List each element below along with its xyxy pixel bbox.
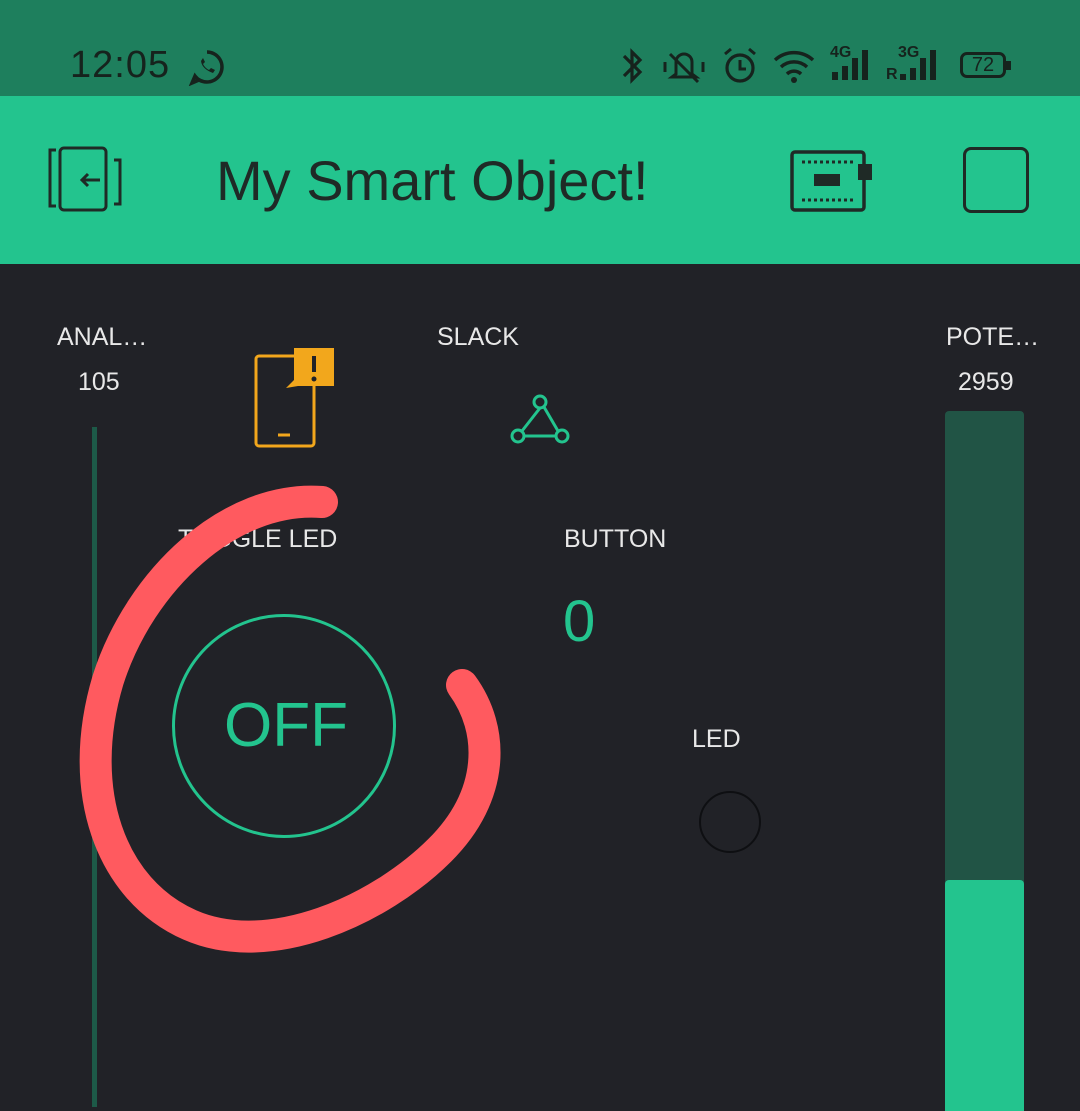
potentiometer-label: POTE… bbox=[946, 323, 1040, 351]
button-value: 0 bbox=[563, 589, 596, 654]
whatsapp-icon bbox=[188, 50, 224, 86]
signal-3g-icon: 3G R bbox=[886, 44, 946, 88]
wifi-icon bbox=[773, 50, 815, 83]
button-label: BUTTON bbox=[564, 525, 667, 553]
exit-icon[interactable] bbox=[48, 146, 122, 214]
bluetooth-icon bbox=[622, 48, 643, 84]
toggle-led-state: OFF bbox=[224, 691, 348, 760]
potentiometer-value: 2959 bbox=[958, 368, 1014, 396]
alarm-icon bbox=[724, 47, 756, 83]
led-label: LED bbox=[692, 725, 741, 753]
page-title: My Smart Object! bbox=[216, 149, 649, 212]
analog-value: 105 bbox=[78, 368, 120, 396]
analog-label: ANAL… bbox=[57, 323, 148, 351]
vibrate-mute-icon bbox=[663, 52, 705, 84]
stop-square-icon[interactable] bbox=[963, 147, 1029, 213]
analog-slider-track[interactable] bbox=[92, 427, 97, 1107]
battery-icon: 72 bbox=[960, 52, 1011, 78]
signal-4g-icon: 4G bbox=[830, 44, 876, 88]
toggle-led-label: TOGGLE LED bbox=[178, 525, 338, 553]
status-time: 12:05 bbox=[70, 44, 171, 86]
slack-label: SLACK bbox=[437, 323, 519, 351]
potentiometer-level-fill bbox=[945, 880, 1024, 1111]
led-indicator bbox=[699, 791, 761, 853]
webhook-icon[interactable] bbox=[508, 392, 572, 448]
device-board-icon[interactable] bbox=[790, 150, 874, 212]
phone-notification-icon[interactable] bbox=[252, 346, 338, 450]
